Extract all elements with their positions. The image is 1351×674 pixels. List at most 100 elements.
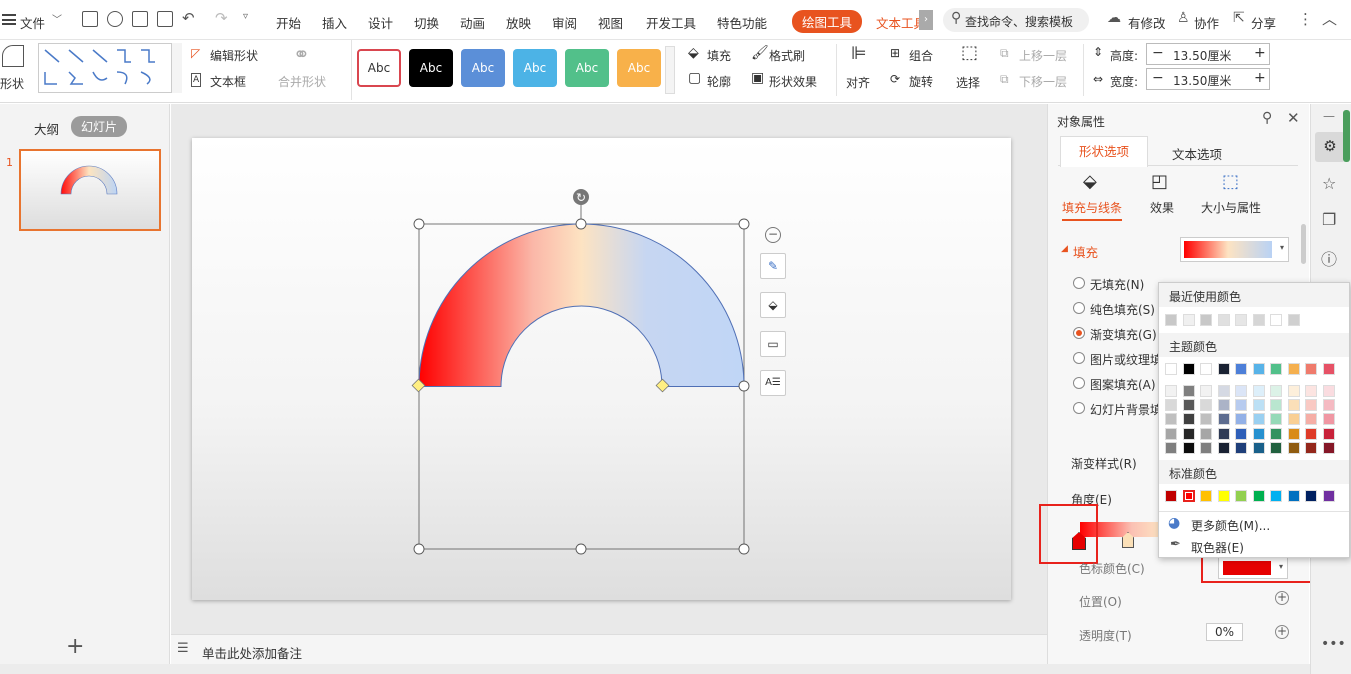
cloud-icon[interactable]: ☁ bbox=[1107, 10, 1121, 26]
theme-color-swatch[interactable] bbox=[1305, 363, 1317, 375]
standard-color-swatch[interactable] bbox=[1287, 490, 1300, 502]
theme-shade-swatch[interactable] bbox=[1165, 427, 1177, 440]
theme-shade-swatch[interactable] bbox=[1305, 441, 1317, 454]
tab-home[interactable]: 开始 bbox=[276, 13, 301, 32]
zoom-out-icon[interactable]: − bbox=[765, 227, 781, 243]
recent-color-swatch[interactable] bbox=[1235, 314, 1247, 326]
theme-shade-swatch[interactable] bbox=[1322, 413, 1335, 426]
tab-drawing-tools[interactable]: 绘图工具 bbox=[792, 10, 863, 33]
shape-style-4[interactable]: Abc bbox=[513, 49, 557, 87]
theme-shade-swatch[interactable] bbox=[1217, 427, 1230, 440]
theme-shade-swatch[interactable] bbox=[1235, 413, 1247, 426]
standard-color-swatch[interactable] bbox=[1200, 490, 1212, 502]
tab-outline[interactable]: 大纲 bbox=[34, 119, 59, 138]
theme-shade-swatch[interactable] bbox=[1200, 427, 1212, 440]
rotate-button[interactable]: 旋转 bbox=[909, 73, 933, 90]
theme-shade-swatch[interactable] bbox=[1305, 413, 1317, 426]
notes-placeholder[interactable]: 单击此处添加备注 bbox=[202, 643, 302, 662]
minimize-icon[interactable]: — bbox=[1323, 109, 1335, 123]
tab-slideshow[interactable]: 放映 bbox=[506, 13, 531, 32]
transparency-value[interactable]: 0% bbox=[1206, 623, 1244, 641]
print-icon[interactable] bbox=[132, 11, 148, 27]
standard-color-swatch[interactable] bbox=[1182, 490, 1195, 502]
theme-shade-swatch[interactable] bbox=[1182, 427, 1195, 440]
theme-color-swatch[interactable] bbox=[1165, 363, 1177, 375]
theme-shade-swatch[interactable] bbox=[1322, 385, 1335, 397]
theme-shade-swatch[interactable] bbox=[1287, 385, 1300, 397]
theme-shade-swatch[interactable] bbox=[1217, 385, 1230, 397]
select-button[interactable]: 选择 bbox=[956, 74, 980, 91]
theme-shade-swatch[interactable] bbox=[1182, 441, 1195, 454]
position-plus[interactable]: + bbox=[1275, 591, 1289, 605]
width-input[interactable]: 13.50厘米 bbox=[1173, 72, 1231, 89]
format-painter-button[interactable]: 格式刷 bbox=[769, 47, 805, 64]
close-icon[interactable]: ✕ bbox=[1287, 109, 1300, 127]
theme-shade-swatch[interactable] bbox=[1287, 441, 1300, 454]
theme-shade-swatch[interactable] bbox=[1322, 427, 1335, 440]
theme-shade-swatch[interactable] bbox=[1252, 441, 1265, 454]
standard-color-swatch[interactable] bbox=[1305, 490, 1317, 502]
edit-shape-button[interactable]: 编辑形状 bbox=[210, 47, 258, 64]
search-box[interactable]: ⚲ 查找命令、搜索模板 bbox=[943, 8, 1089, 32]
height-input[interactable]: 13.50厘米 bbox=[1173, 47, 1231, 64]
theme-color-swatch[interactable] bbox=[1252, 363, 1265, 375]
slide-thumbnail[interactable] bbox=[19, 149, 161, 231]
theme-shade-swatch[interactable] bbox=[1270, 441, 1282, 454]
standard-color-swatch[interactable] bbox=[1252, 490, 1265, 502]
height-plus[interactable]: + bbox=[1254, 45, 1266, 61]
theme-shade-swatch[interactable] bbox=[1200, 399, 1212, 412]
theme-shade-swatch[interactable] bbox=[1165, 399, 1177, 412]
customize-icon[interactable]: ▿ bbox=[243, 11, 248, 22]
group-button[interactable]: 组合 bbox=[909, 47, 933, 64]
notes-bar[interactable]: ☰ 单击此处添加备注 bbox=[171, 634, 1047, 664]
shape-fill-icon[interactable]: ⬙ bbox=[760, 292, 786, 318]
eyedropper-item[interactable]: 取色器(E) bbox=[1191, 539, 1244, 556]
standard-color-swatch[interactable] bbox=[1165, 490, 1177, 502]
theme-shade-swatch[interactable] bbox=[1182, 385, 1195, 397]
collapse-ribbon-icon[interactable]: ︿ bbox=[1322, 8, 1337, 29]
hamburger-icon[interactable] bbox=[2, 14, 16, 25]
shape-style-2[interactable]: Abc bbox=[409, 49, 453, 87]
print-preview-icon[interactable] bbox=[157, 11, 173, 27]
theme-shade-swatch[interactable] bbox=[1200, 441, 1212, 454]
theme-color-swatch[interactable] bbox=[1322, 363, 1335, 375]
theme-shade-swatch[interactable] bbox=[1252, 385, 1265, 397]
theme-shade-swatch[interactable] bbox=[1235, 427, 1247, 440]
theme-shade-swatch[interactable] bbox=[1270, 385, 1282, 397]
theme-shade-swatch[interactable] bbox=[1287, 399, 1300, 412]
theme-color-swatch[interactable] bbox=[1270, 363, 1282, 375]
subtab-size-properties[interactable]: 大小与属性 bbox=[1201, 199, 1261, 216]
file-menu[interactable]: 文件 bbox=[20, 13, 45, 32]
redo-icon[interactable]: ↷ bbox=[215, 9, 228, 27]
fill-section-toggle-icon[interactable]: ◢ bbox=[1061, 244, 1068, 254]
shape-style-3[interactable]: Abc bbox=[461, 49, 505, 87]
width-plus[interactable]: + bbox=[1254, 70, 1266, 86]
standard-color-swatch[interactable] bbox=[1235, 490, 1247, 502]
radio-no-fill[interactable] bbox=[1073, 277, 1085, 289]
theme-shade-swatch[interactable] bbox=[1252, 427, 1265, 440]
bring-forward-button[interactable]: 上移一层 bbox=[1019, 47, 1067, 64]
gallery-scroll[interactable] bbox=[171, 43, 182, 93]
tab-review[interactable]: 审阅 bbox=[552, 13, 577, 32]
theme-shade-swatch[interactable] bbox=[1182, 399, 1195, 412]
theme-shade-swatch[interactable] bbox=[1287, 413, 1300, 426]
theme-shade-swatch[interactable] bbox=[1270, 427, 1282, 440]
tab-design[interactable]: 设计 bbox=[368, 13, 393, 32]
star-icon[interactable]: ☆ bbox=[1322, 174, 1336, 193]
style-gallery-scroll[interactable] bbox=[665, 46, 675, 94]
radio-pattern-fill[interactable] bbox=[1073, 377, 1085, 389]
shape-button[interactable]: 形状 bbox=[0, 75, 24, 92]
shape-style-5[interactable]: Abc bbox=[565, 49, 609, 87]
textbox-button[interactable]: 文本框 bbox=[210, 73, 246, 90]
recent-color-swatch[interactable] bbox=[1165, 314, 1177, 326]
merge-shape-button[interactable]: 合并形状 bbox=[278, 73, 326, 90]
theme-shade-swatch[interactable] bbox=[1322, 399, 1335, 412]
modified-status[interactable]: 有修改 bbox=[1128, 13, 1166, 32]
tab-scroll-right[interactable]: › bbox=[919, 10, 933, 30]
shape-style-icon[interactable]: ✎ bbox=[760, 253, 786, 279]
tab-insert[interactable]: 插入 bbox=[322, 13, 347, 32]
width-minus[interactable]: − bbox=[1152, 70, 1164, 86]
more-dots-icon[interactable]: ••• bbox=[1321, 636, 1346, 652]
tab-features[interactable]: 特色功能 bbox=[717, 13, 767, 32]
theme-shade-swatch[interactable] bbox=[1217, 441, 1230, 454]
